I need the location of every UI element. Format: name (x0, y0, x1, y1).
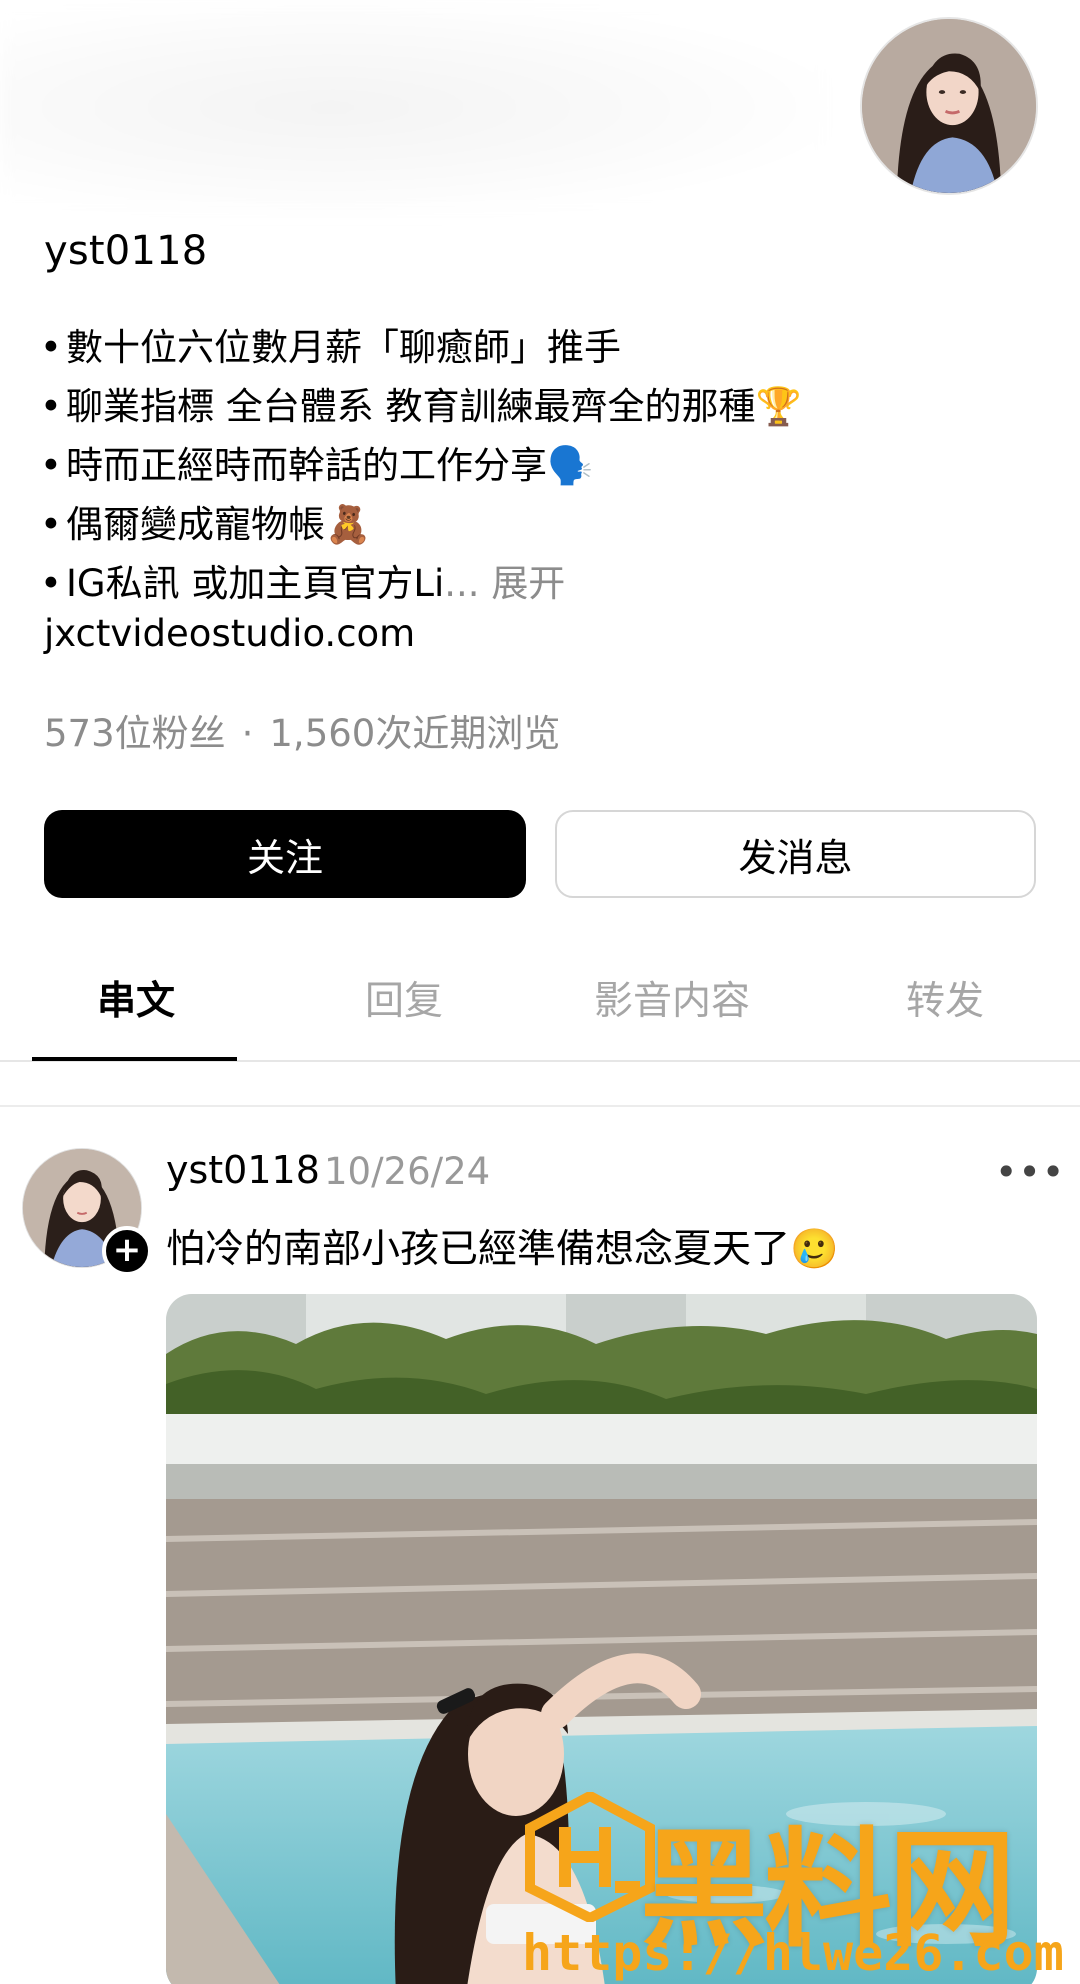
post-author-name[interactable]: yst0118 (166, 1148, 320, 1192)
profile-tabs: 串文 回复 影音内容 转发 (0, 940, 1080, 1062)
profile-website-link[interactable]: jxctvideostudio.com (44, 612, 415, 655)
tab-media[interactable]: 影音内容 (594, 970, 750, 1026)
followers-count[interactable]: 573位粉丝 (44, 712, 226, 755)
site-watermark: 黑料网 https://hlwe26.com (520, 1786, 1080, 1984)
bio-line: • 聊業指標 全台體系 教育訓練最齊全的那種🏆 (40, 385, 802, 428)
blurred-header-area (0, 0, 830, 215)
stats-separator: · (241, 712, 254, 755)
profile-username: yst0118 (44, 228, 208, 274)
follow-button[interactable]: 关注 (44, 810, 526, 898)
bio-line: • 時而正經時而幹話的工作分享🗣️ (40, 444, 594, 487)
watermark-url: https://hlwe26.com (522, 1924, 1064, 1982)
bio-expand-link[interactable]: 展开 (491, 562, 565, 605)
recent-views-count: 1,560次近期浏览 (269, 712, 561, 755)
post-text: 怕冷的南部小孩已經準備想念夏天了🥲 (166, 1227, 839, 1272)
tab-replies[interactable]: 回复 (365, 970, 443, 1026)
post-date: 10/26/24 (324, 1150, 491, 1193)
section-divider (0, 1105, 1080, 1107)
bio-line: • 數十位六位數月薪「聊癒師」推手 (40, 326, 621, 369)
tab-threads[interactable]: 串文 (97, 970, 175, 1026)
profile-stats: 573位粉丝 · 1,560次近期浏览 (44, 703, 560, 757)
ellipsis-icon[interactable]: ••• (995, 1150, 1065, 1194)
profile-bio: • 數十位六位數月薪「聊癒師」推手 • 聊業指標 全台體系 教育訓練最齊全的那種🏆 … (40, 318, 1020, 613)
active-tab-indicator (32, 1057, 237, 1061)
watermark-logo-icon (525, 1792, 655, 1922)
profile-photo-icon (862, 19, 1036, 193)
bio-line-truncated: • IG私訊 或加主頁官方Li... 展开 (40, 562, 566, 605)
bio-line: • 偶爾變成寵物帳🧸 (40, 503, 372, 546)
profile-avatar[interactable] (860, 17, 1038, 195)
tab-reposts[interactable]: 转发 (906, 970, 984, 1026)
message-button[interactable]: 发消息 (555, 810, 1036, 898)
follow-author-plus-icon[interactable]: + (102, 1226, 152, 1276)
